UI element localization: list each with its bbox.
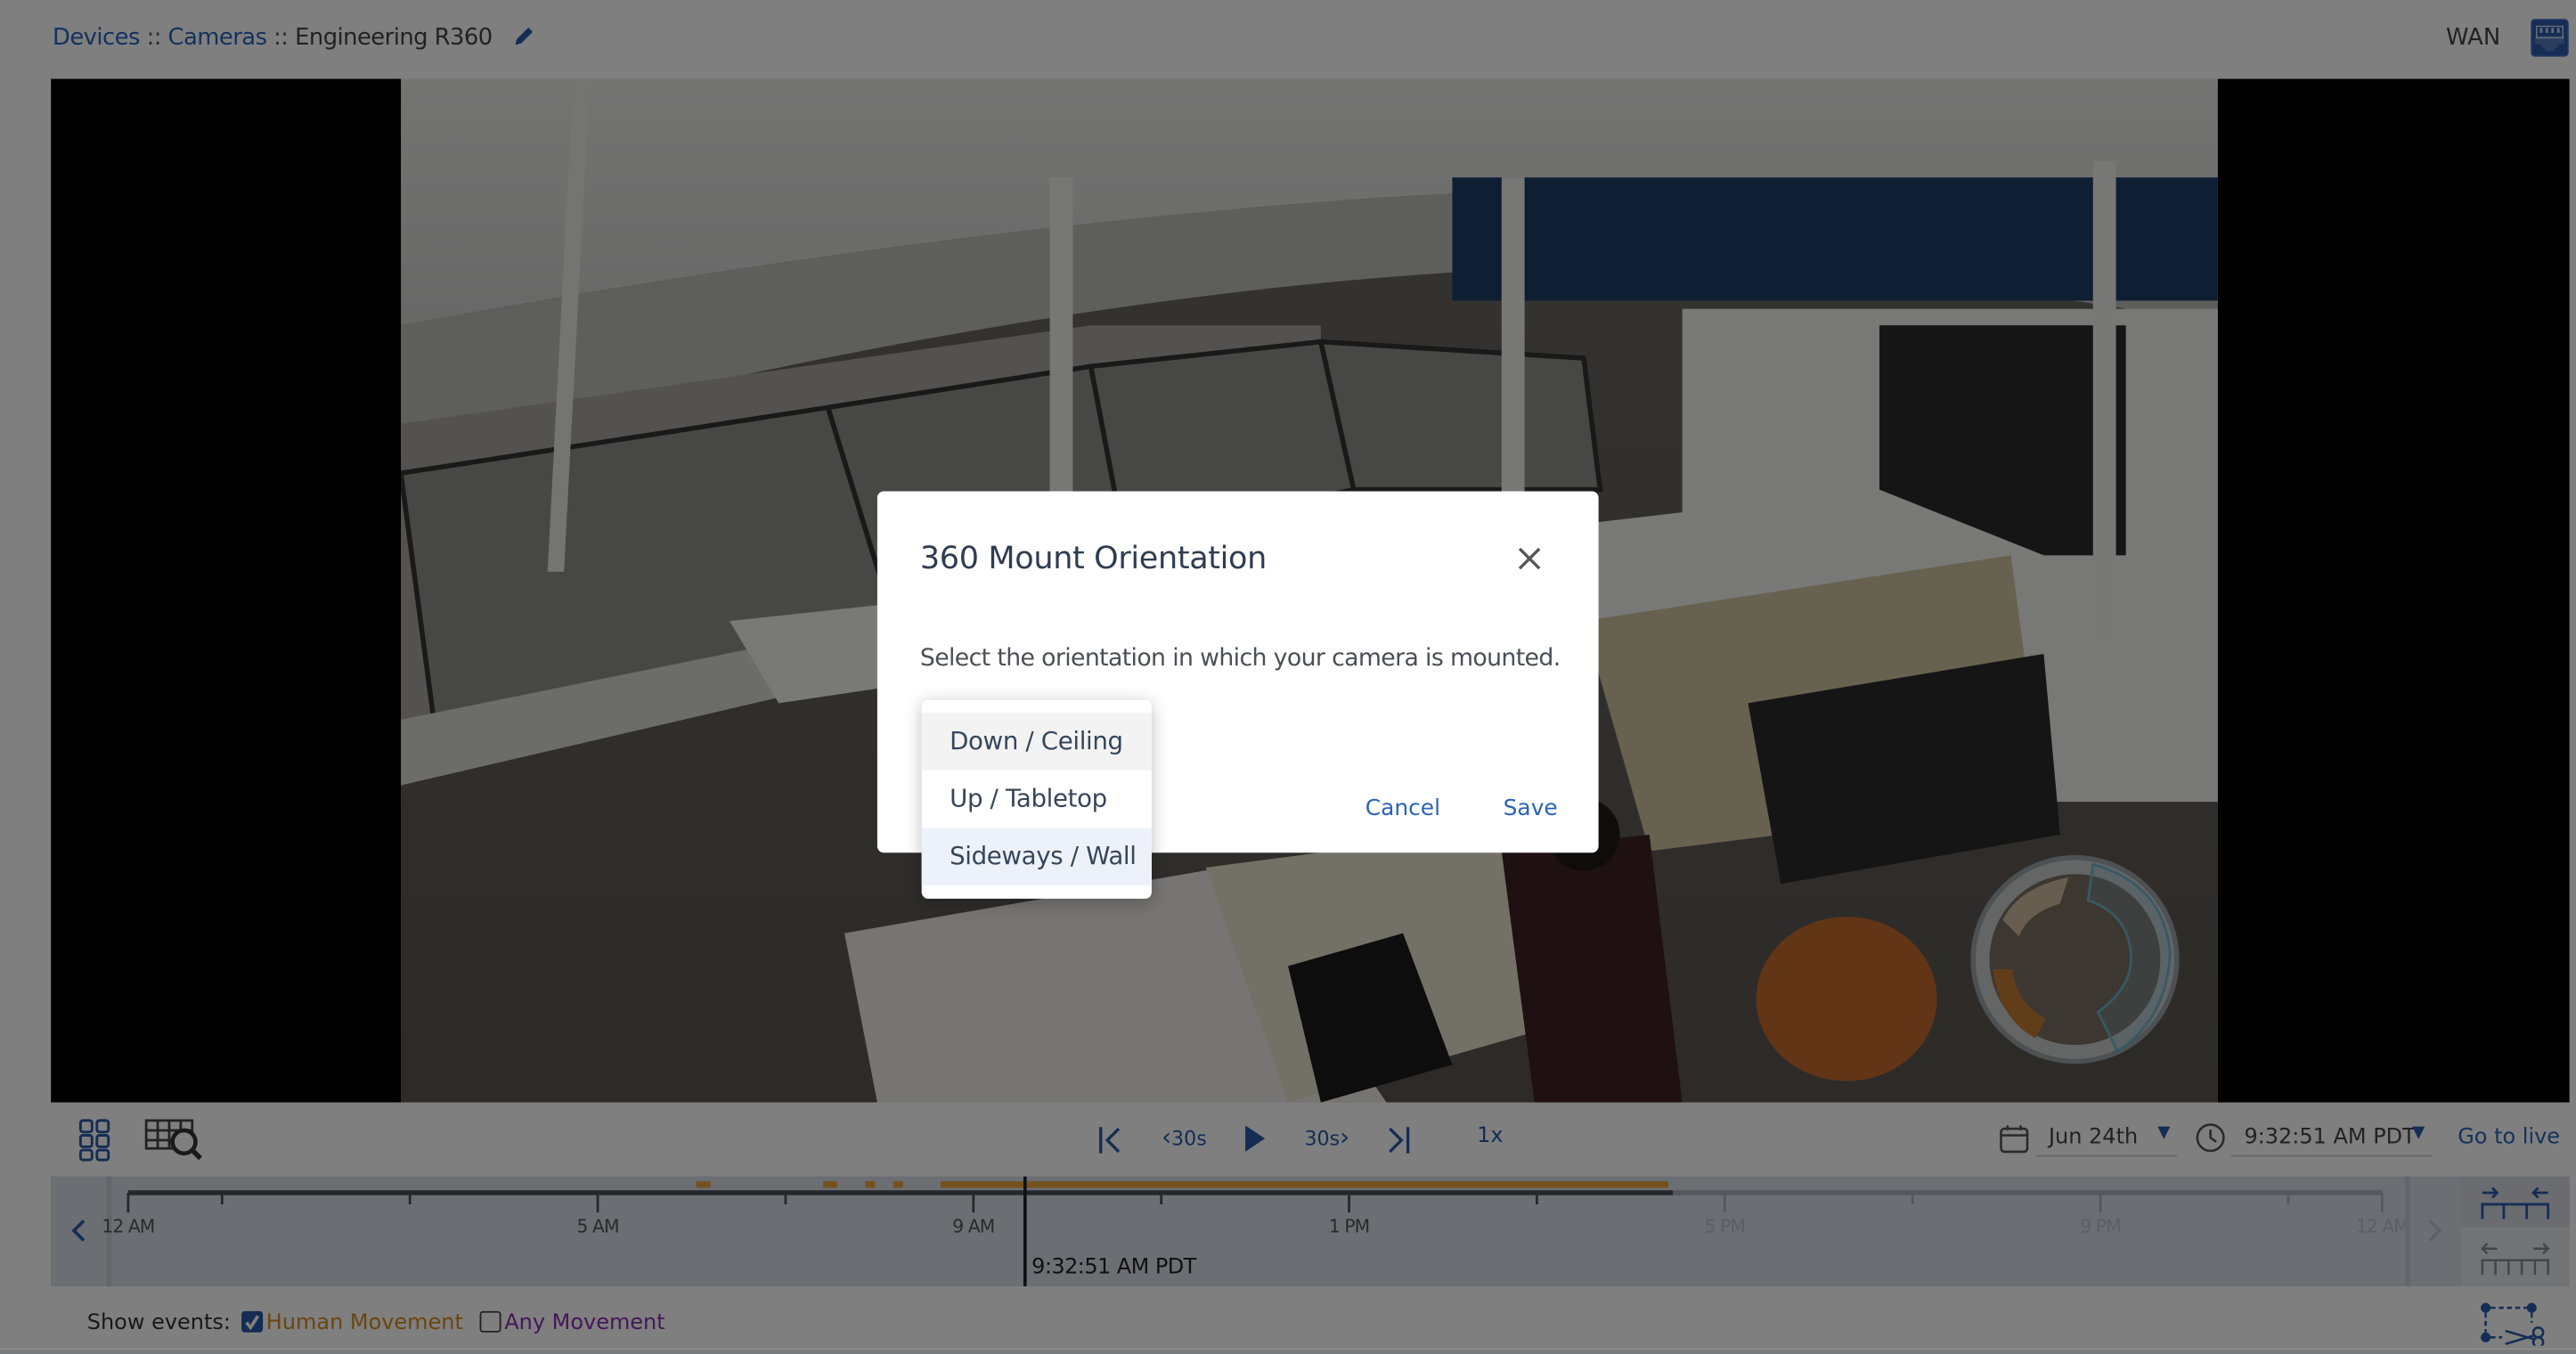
camera-page: Devices :: Cameras :: Engineering R360 W… — [0, 0, 2576, 1350]
orientation-dropdown-menu: Down / Ceiling Up / Tabletop Sideways / … — [921, 699, 1152, 899]
close-icon[interactable] — [1513, 542, 1546, 575]
option-label: Down / Ceiling — [950, 726, 1123, 756]
option-label: Up / Tabletop — [950, 783, 1107, 813]
save-button[interactable]: Save — [1504, 795, 1558, 822]
option-sideways-wall[interactable]: Sideways / Wall — [921, 828, 1152, 886]
option-up-tabletop[interactable]: Up / Tabletop — [922, 771, 1152, 828]
option-down-ceiling[interactable]: Down / Ceiling — [921, 713, 1152, 771]
cancel-button[interactable]: Cancel — [1365, 795, 1440, 822]
option-label: Sideways / Wall — [950, 841, 1137, 871]
dialog-description: Select the orientation in which your cam… — [919, 645, 1561, 673]
dialog-title: 360 Mount Orientation — [919, 540, 1267, 577]
